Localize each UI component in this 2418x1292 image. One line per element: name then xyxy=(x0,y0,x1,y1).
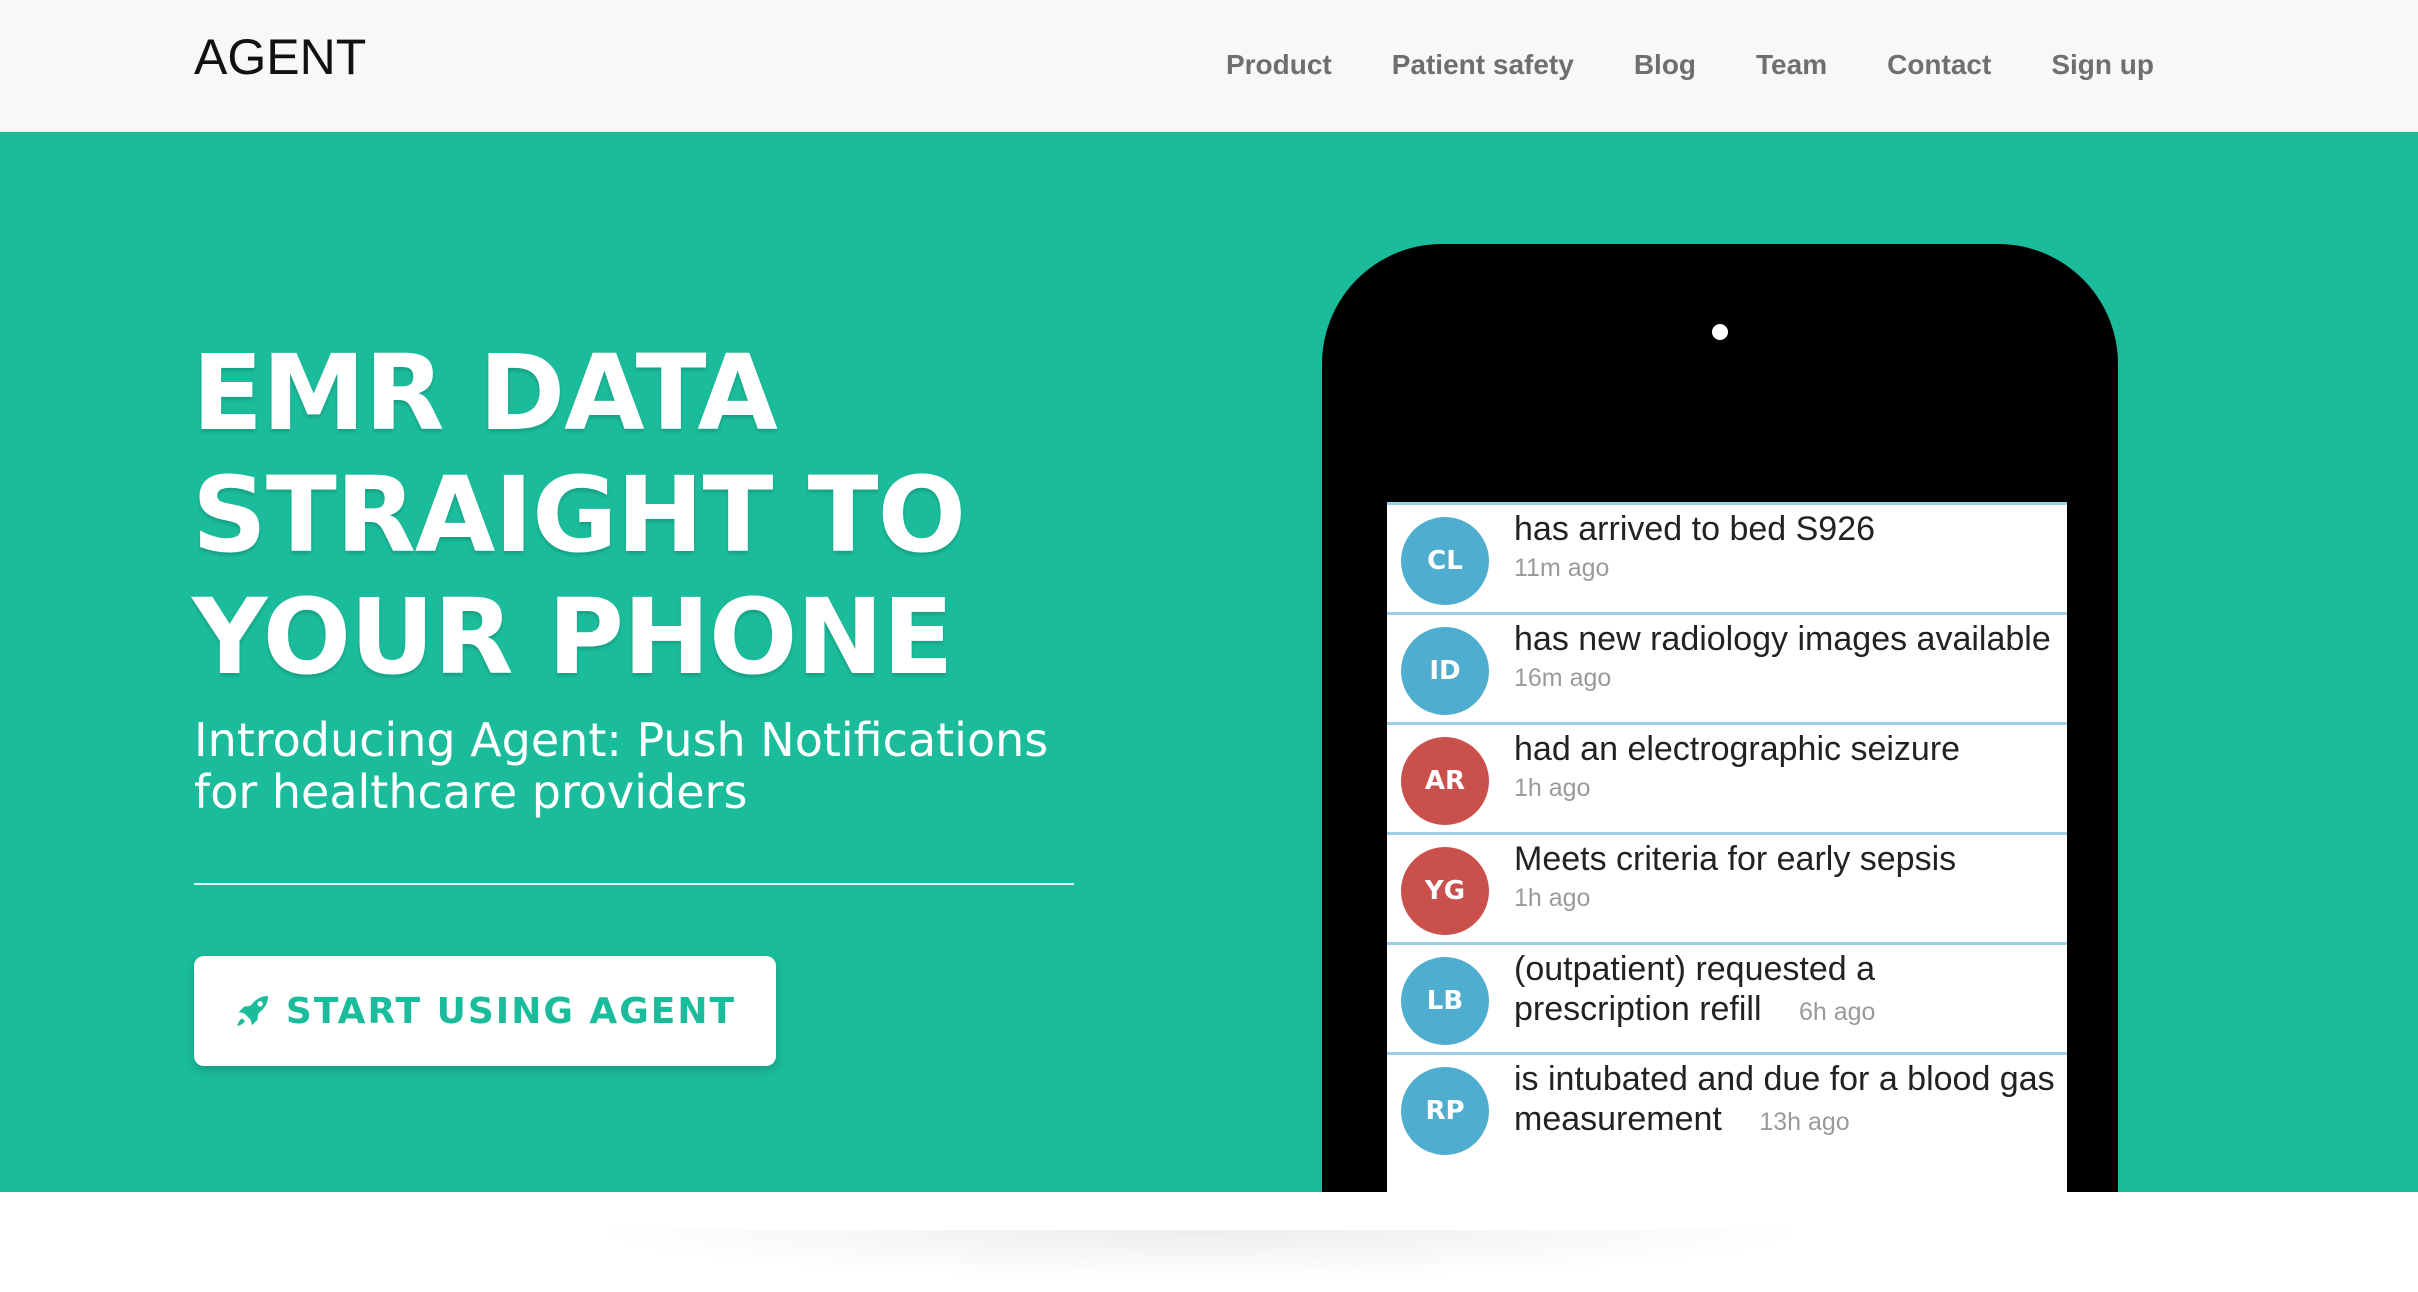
phone-camera xyxy=(1712,324,1728,340)
notification-body: is intubated and due for a blood gas mea… xyxy=(1514,1059,2059,1142)
cta-label: START USING AGENT xyxy=(285,990,737,1032)
hero-subtitle-line: Introducing Agent: Push Notifications xyxy=(194,713,1049,767)
notification-time: 16m ago xyxy=(1514,664,1612,692)
avatar: RP xyxy=(1401,1067,1489,1155)
hero-title-line: EMR DATA xyxy=(192,332,778,454)
notification-body: (outpatient) requested a prescription re… xyxy=(1514,949,2059,1032)
notification-item[interactable]: LB (outpatient) requested a prescription… xyxy=(1387,942,2067,1052)
notification-time: 13h ago xyxy=(1759,1108,1850,1136)
nav-link-contact[interactable]: Contact xyxy=(1857,45,2021,85)
notification-item[interactable]: ID has new radiology images available 16… xyxy=(1387,612,2067,722)
avatar: CL xyxy=(1401,517,1489,605)
nav-link-patient-safety[interactable]: Patient safety xyxy=(1362,45,1604,85)
notification-item[interactable]: RP is intubated and due for a blood gas … xyxy=(1387,1052,2067,1162)
notification-body: has arrived to bed S926 11m ago xyxy=(1514,509,2059,583)
notification-body: Meets criteria for early sepsis 1h ago xyxy=(1514,839,2059,913)
notification-message: Meets criteria for early sepsis xyxy=(1514,840,1957,878)
start-using-agent-button[interactable]: START USING AGENT xyxy=(194,956,776,1066)
notification-time: 1h ago xyxy=(1514,884,1591,912)
avatar: ID xyxy=(1401,627,1489,715)
avatar: LB xyxy=(1401,957,1489,1045)
notification-message: has new radiology images available xyxy=(1514,620,2051,658)
hero-subtitle: Introducing Agent: Push Notifications fo… xyxy=(194,714,1094,818)
notification-item[interactable]: AR had an electrographic seizure 1h ago xyxy=(1387,722,2067,832)
hero-subtitle-line: for healthcare providers xyxy=(194,765,748,819)
phone-screen: CL has arrived to bed S926 11m ago ID ha… xyxy=(1387,502,2067,1192)
nav-links: Product Patient safety Blog Team Contact… xyxy=(1196,45,2154,85)
nav-link-blog[interactable]: Blog xyxy=(1604,45,1726,85)
notification-item[interactable]: CL has arrived to bed S926 11m ago xyxy=(1387,502,2067,612)
hero-title-line: YOUR PHONE xyxy=(192,576,954,698)
navbar: AGENT Product Patient safety Blog Team C… xyxy=(0,0,2418,132)
notification-time: 1h ago xyxy=(1514,774,1591,802)
hero-divider xyxy=(194,883,1074,885)
brand-logo[interactable]: AGENT xyxy=(194,28,366,86)
notification-body: has new radiology images available 16m a… xyxy=(1514,619,2059,693)
hero-title: EMR DATA STRAIGHT TO YOUR PHONE xyxy=(192,332,1092,698)
notification-body: had an electrographic seizure 1h ago xyxy=(1514,729,2059,803)
avatar: YG xyxy=(1401,847,1489,935)
phone-mockup: CL has arrived to bed S926 11m ago ID ha… xyxy=(1322,244,2118,1192)
notification-item[interactable]: YG Meets criteria for early sepsis 1h ag… xyxy=(1387,832,2067,942)
hero-section: EMR DATA STRAIGHT TO YOUR PHONE Introduc… xyxy=(0,132,2418,1192)
notification-time: 11m ago xyxy=(1514,554,1610,582)
notification-message: has arrived to bed S926 xyxy=(1514,510,1876,548)
nav-link-sign-up[interactable]: Sign up xyxy=(2021,45,2154,85)
avatar: AR xyxy=(1401,737,1489,825)
nav-link-product[interactable]: Product xyxy=(1196,45,1362,85)
notification-time: 6h ago xyxy=(1798,998,1876,1026)
nav-link-team[interactable]: Team xyxy=(1726,45,1857,85)
section-shadow xyxy=(580,1230,1820,1280)
rocket-icon xyxy=(237,995,268,1027)
hero-title-line: STRAIGHT TO xyxy=(192,454,966,576)
notification-message: had an electrographic seizure xyxy=(1514,730,1961,768)
